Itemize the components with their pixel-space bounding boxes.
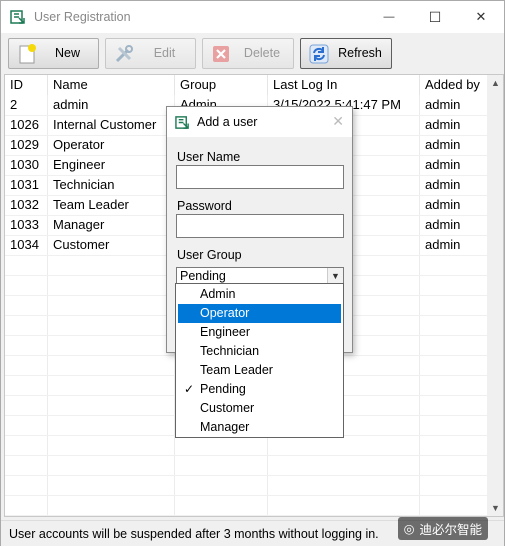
cell-added-by: admin bbox=[425, 237, 461, 252]
dropdown-option[interactable]: ✓ Pending bbox=[178, 380, 341, 399]
edit-button[interactable]: Edit bbox=[105, 38, 196, 69]
cell-id: 1026 bbox=[10, 117, 39, 132]
column-header-id[interactable]: ID bbox=[5, 75, 48, 95]
dialog-title-bar: Add a user ✕ bbox=[167, 107, 352, 137]
maximize-icon: ☐ bbox=[428, 8, 442, 25]
cell-name: Technician bbox=[53, 177, 115, 192]
dropdown-option-label: Pending bbox=[200, 382, 246, 396]
username-field[interactable] bbox=[176, 165, 344, 189]
cell-id: 1030 bbox=[10, 157, 39, 172]
dropdown-option-label: Technician bbox=[200, 344, 260, 358]
refresh-button-label: Refresh bbox=[338, 46, 382, 60]
user-group-selected-value: Pending bbox=[180, 269, 226, 283]
delete-button-label: Delete bbox=[243, 46, 281, 60]
minimize-icon: — bbox=[383, 11, 395, 23]
cell-id: 1032 bbox=[10, 197, 39, 212]
dropdown-option[interactable]: Customer bbox=[178, 399, 341, 418]
delete-button[interactable]: Delete bbox=[202, 38, 294, 69]
cell-name: Engineer bbox=[53, 157, 106, 172]
cell-added-by: admin bbox=[425, 177, 461, 192]
dropdown-option[interactable]: Operator bbox=[178, 304, 341, 323]
close-button[interactable]: ✕ bbox=[458, 1, 504, 33]
status-message: User accounts will be suspended after 3 … bbox=[9, 527, 379, 541]
maximize-button[interactable]: ☐ bbox=[412, 1, 458, 33]
username-label: User Name bbox=[177, 150, 241, 164]
dropdown-option[interactable]: Team Leader bbox=[178, 361, 341, 380]
column-header-added-by[interactable]: Added by bbox=[420, 75, 489, 95]
dropdown-option[interactable]: Engineer bbox=[178, 323, 341, 342]
scroll-down-icon[interactable]: ▼ bbox=[491, 503, 500, 513]
cell-name: Manager bbox=[53, 217, 105, 232]
dropdown-option-label: Manager bbox=[200, 420, 250, 434]
password-label: Password bbox=[177, 199, 232, 213]
cell-added-by: admin bbox=[425, 97, 461, 112]
dropdown-option-label: Customer bbox=[200, 401, 255, 415]
dropdown-option[interactable]: Manager bbox=[178, 418, 341, 437]
cell-name: Internal Customer bbox=[53, 117, 157, 132]
dialog-title: Add a user bbox=[197, 115, 258, 129]
app-logo-icon bbox=[10, 10, 25, 24]
cell-id: 1034 bbox=[10, 237, 39, 252]
column-header-name[interactable]: Name bbox=[48, 75, 175, 95]
dropdown-option[interactable]: Technician bbox=[178, 342, 341, 361]
password-field[interactable] bbox=[176, 214, 344, 238]
cell-id: 1033 bbox=[10, 217, 39, 232]
vertical-scrollbar[interactable]: ▲ ▼ bbox=[487, 75, 503, 516]
dropdown-option-label: Admin bbox=[200, 287, 236, 301]
user-group-dropdown-list: Admin Operator Engineer Technician Team Lead… bbox=[175, 283, 344, 438]
app-logo-icon bbox=[175, 115, 189, 129]
close-icon: ✕ bbox=[475, 9, 487, 24]
title-bar: User Registration — ☐ ✕ bbox=[1, 1, 504, 33]
cell-id: 2 bbox=[10, 97, 18, 112]
watermark-text: 迪必尔智能 bbox=[419, 523, 482, 537]
edit-button-label: Edit bbox=[153, 46, 176, 60]
dialog-close-icon[interactable]: ✕ bbox=[332, 113, 344, 130]
cell-id: 1029 bbox=[10, 137, 39, 152]
dropdown-option[interactable]: Admin bbox=[178, 285, 341, 304]
cell-added-by: admin bbox=[425, 217, 461, 232]
window-title: User Registration bbox=[34, 10, 131, 24]
cell-name: Operator bbox=[53, 137, 105, 152]
chevron-down-icon[interactable]: ▼ bbox=[327, 268, 343, 284]
scroll-up-icon[interactable]: ▲ bbox=[491, 78, 500, 88]
cell-added-by: admin bbox=[425, 117, 461, 132]
wechat-icon: ◎ bbox=[403, 522, 415, 536]
user-group-label: User Group bbox=[177, 248, 242, 262]
cell-added-by: admin bbox=[425, 197, 461, 212]
cell-name: Team Leader bbox=[53, 197, 129, 212]
cell-id: 1031 bbox=[10, 177, 39, 192]
refresh-button[interactable]: Refresh bbox=[300, 38, 392, 69]
column-header-group[interactable]: Group bbox=[175, 75, 268, 95]
cell-name: admin bbox=[53, 97, 89, 112]
toolbar: New Edit Delete Refresh bbox=[1, 34, 504, 72]
cell-name: Customer bbox=[53, 237, 110, 252]
minimize-button[interactable]: — bbox=[366, 1, 412, 33]
column-header-last-log-in[interactable]: Last Log In bbox=[268, 75, 420, 95]
dropdown-option-label: Operator bbox=[200, 306, 250, 320]
new-button[interactable]: New bbox=[8, 38, 99, 69]
new-button-label: New bbox=[54, 46, 80, 60]
checkmark-icon: ✓ bbox=[184, 382, 195, 396]
cell-added-by: admin bbox=[425, 137, 461, 152]
dropdown-option-label: Team Leader bbox=[200, 363, 273, 377]
dropdown-option-label: Engineer bbox=[200, 325, 251, 339]
cell-added-by: admin bbox=[425, 157, 461, 172]
watermark: ◎ 迪必尔智能 bbox=[397, 517, 488, 540]
